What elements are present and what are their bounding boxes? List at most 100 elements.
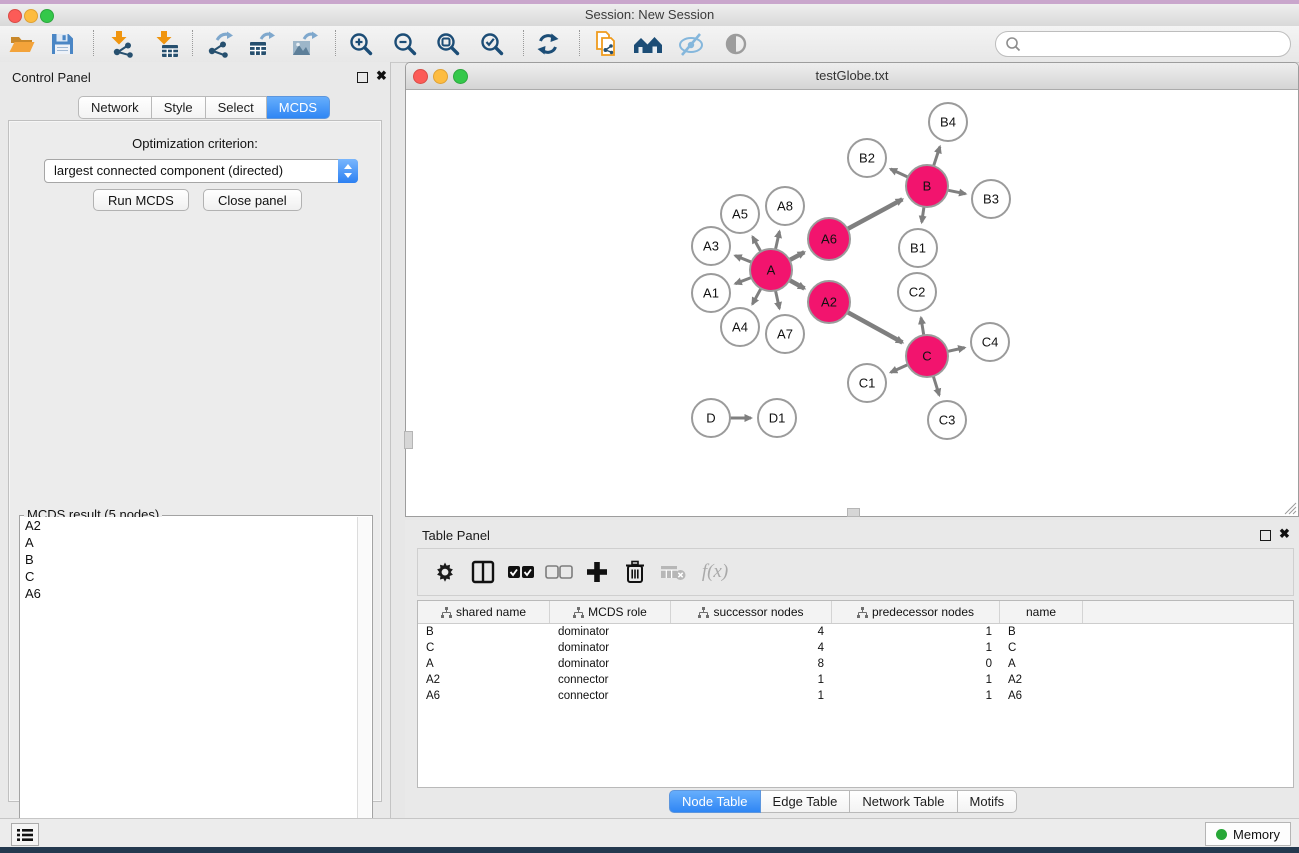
show-view-button[interactable] bbox=[719, 28, 753, 60]
table-columns-button[interactable] bbox=[464, 553, 502, 591]
mcds-result-item[interactable]: A bbox=[21, 534, 357, 551]
table-cell[interactable]: A6 bbox=[418, 688, 550, 704]
graph-edge-A-A7[interactable] bbox=[775, 291, 779, 309]
table-cell[interactable]: dominator bbox=[550, 656, 671, 672]
table-cell[interactable]: A2 bbox=[418, 672, 550, 688]
graph-edge-A-A3[interactable] bbox=[735, 256, 751, 263]
graph-edge-B-B4[interactable] bbox=[934, 147, 940, 166]
function-builder-button[interactable]: f(x) bbox=[692, 553, 738, 591]
table-cell[interactable]: A2 bbox=[1000, 672, 1083, 688]
tab-network[interactable]: Network bbox=[78, 96, 152, 119]
table-cell[interactable]: 4 bbox=[671, 624, 832, 640]
table-tab-node-table[interactable]: Node Table bbox=[669, 790, 761, 813]
splitter-handle-bottom[interactable] bbox=[847, 508, 860, 517]
column-header-MCDS-role[interactable]: MCDS role bbox=[550, 601, 671, 623]
float-panel-icon[interactable] bbox=[357, 72, 368, 83]
select-all-rows-button[interactable] bbox=[502, 553, 540, 591]
column-header-successor-nodes[interactable]: successor nodes bbox=[671, 601, 832, 623]
table-tab-edge-table[interactable]: Edge Table bbox=[761, 790, 851, 813]
table-cell[interactable]: A6 bbox=[1000, 688, 1083, 704]
table-cell[interactable]: dominator bbox=[550, 624, 671, 640]
network-graph-canvas[interactable]: B4B2BB3A8A5A6A3B1AA1C2A2A4A7C4CC1C3DD1 bbox=[406, 89, 1298, 516]
zoom-out-button[interactable] bbox=[388, 28, 422, 60]
clear-table-button[interactable] bbox=[654, 553, 692, 591]
graph-edge-C-C1[interactable] bbox=[891, 365, 908, 373]
table-cell[interactable]: 0 bbox=[832, 656, 1000, 672]
table-cell[interactable]: 1 bbox=[671, 672, 832, 688]
graph-edge-A-A5[interactable] bbox=[753, 237, 761, 252]
zoom-in-button[interactable] bbox=[344, 28, 378, 60]
resize-grip-icon[interactable] bbox=[1281, 499, 1297, 515]
graph-edge-A-A2[interactable] bbox=[789, 280, 804, 288]
zoom-selected-button[interactable] bbox=[475, 28, 509, 60]
search-field[interactable] bbox=[995, 31, 1291, 57]
table-cell[interactable]: 1 bbox=[832, 672, 1000, 688]
splitter-handle-left[interactable] bbox=[404, 431, 413, 449]
add-column-button[interactable] bbox=[578, 553, 616, 591]
zoom-fit-button[interactable] bbox=[431, 28, 465, 60]
table-cell[interactable]: B bbox=[418, 624, 550, 640]
table-row[interactable]: Cdominator41C bbox=[418, 640, 1293, 656]
table-tab-motifs[interactable]: Motifs bbox=[958, 790, 1018, 813]
table-cell[interactable]: dominator bbox=[550, 640, 671, 656]
graph-edge-A6-B[interactable] bbox=[847, 199, 902, 229]
home-view-button[interactable] bbox=[631, 28, 665, 60]
open-session-button[interactable] bbox=[5, 28, 39, 60]
graph-edge-B-B3[interactable] bbox=[948, 190, 966, 194]
refresh-button[interactable] bbox=[531, 28, 565, 60]
column-header-predecessor-nodes[interactable]: predecessor nodes bbox=[832, 601, 1000, 623]
show-panel-list-button[interactable] bbox=[11, 823, 39, 846]
table-cell[interactable]: 4 bbox=[671, 640, 832, 656]
mcds-result-item[interactable]: A2 bbox=[21, 517, 357, 534]
graph-edge-A-A6[interactable] bbox=[790, 252, 805, 260]
table-row[interactable]: A2connector11A2 bbox=[418, 672, 1293, 688]
table-tab-network-table[interactable]: Network Table bbox=[850, 790, 957, 813]
table-row[interactable]: A6connector11A6 bbox=[418, 688, 1293, 704]
table-cell[interactable]: C bbox=[418, 640, 550, 656]
export-network-button[interactable] bbox=[202, 28, 236, 60]
table-row[interactable]: Bdominator41B bbox=[418, 624, 1293, 640]
table-cell[interactable]: B bbox=[1000, 624, 1083, 640]
mcds-result-item[interactable]: A6 bbox=[21, 585, 357, 602]
graph-edge-A2-C[interactable] bbox=[847, 312, 902, 342]
close-panel-button[interactable]: Close panel bbox=[203, 189, 302, 211]
graph-edge-A-A4[interactable] bbox=[752, 288, 761, 304]
graph-edge-B-B1[interactable] bbox=[922, 207, 924, 222]
tab-style[interactable]: Style bbox=[152, 96, 206, 119]
import-table-button[interactable] bbox=[149, 28, 183, 60]
export-table-button[interactable] bbox=[244, 28, 278, 60]
table-cell[interactable]: 8 bbox=[671, 656, 832, 672]
duplicate-network-button[interactable] bbox=[589, 28, 623, 60]
table-cell[interactable]: 1 bbox=[671, 688, 832, 704]
graph-edge-A-A8[interactable] bbox=[775, 231, 779, 249]
search-input[interactable] bbox=[1025, 34, 1290, 54]
table-cell[interactable]: A bbox=[418, 656, 550, 672]
tab-select[interactable]: Select bbox=[206, 96, 267, 119]
delete-column-button[interactable] bbox=[616, 553, 654, 591]
close-table-panel-icon[interactable]: ✖ bbox=[1279, 526, 1290, 542]
mcds-result-item[interactable]: B bbox=[21, 551, 357, 568]
graph-edge-A-A1[interactable] bbox=[735, 278, 751, 284]
scrollbar-track[interactable] bbox=[357, 517, 371, 853]
table-cell[interactable]: 1 bbox=[832, 640, 1000, 656]
table-settings-button[interactable] bbox=[426, 553, 464, 591]
table-cell[interactable]: C bbox=[1000, 640, 1083, 656]
deselect-all-rows-button[interactable] bbox=[540, 553, 578, 591]
graph-edge-C-C2[interactable] bbox=[921, 318, 924, 336]
export-image-button[interactable] bbox=[287, 28, 321, 60]
table-cell[interactable]: 1 bbox=[832, 688, 1000, 704]
graph-edge-C-C4[interactable] bbox=[947, 348, 964, 352]
table-cell[interactable]: 1 bbox=[832, 624, 1000, 640]
tab-mcds[interactable]: MCDS bbox=[267, 96, 330, 119]
save-session-button[interactable] bbox=[45, 28, 79, 60]
table-cell[interactable]: A bbox=[1000, 656, 1083, 672]
mcds-result-list[interactable]: A2ABCA6 bbox=[21, 517, 357, 853]
column-header-name[interactable]: name bbox=[1000, 601, 1083, 623]
hide-graphics-details-button[interactable] bbox=[674, 28, 708, 60]
criterion-dropdown[interactable]: largest connected component (directed) bbox=[44, 159, 358, 183]
graph-edge-C-C3[interactable] bbox=[933, 376, 939, 395]
float-table-panel-icon[interactable] bbox=[1260, 530, 1271, 541]
graph-edge-B-B2[interactable] bbox=[891, 169, 908, 177]
table-cell[interactable]: connector bbox=[550, 688, 671, 704]
import-network-button[interactable] bbox=[104, 28, 138, 60]
